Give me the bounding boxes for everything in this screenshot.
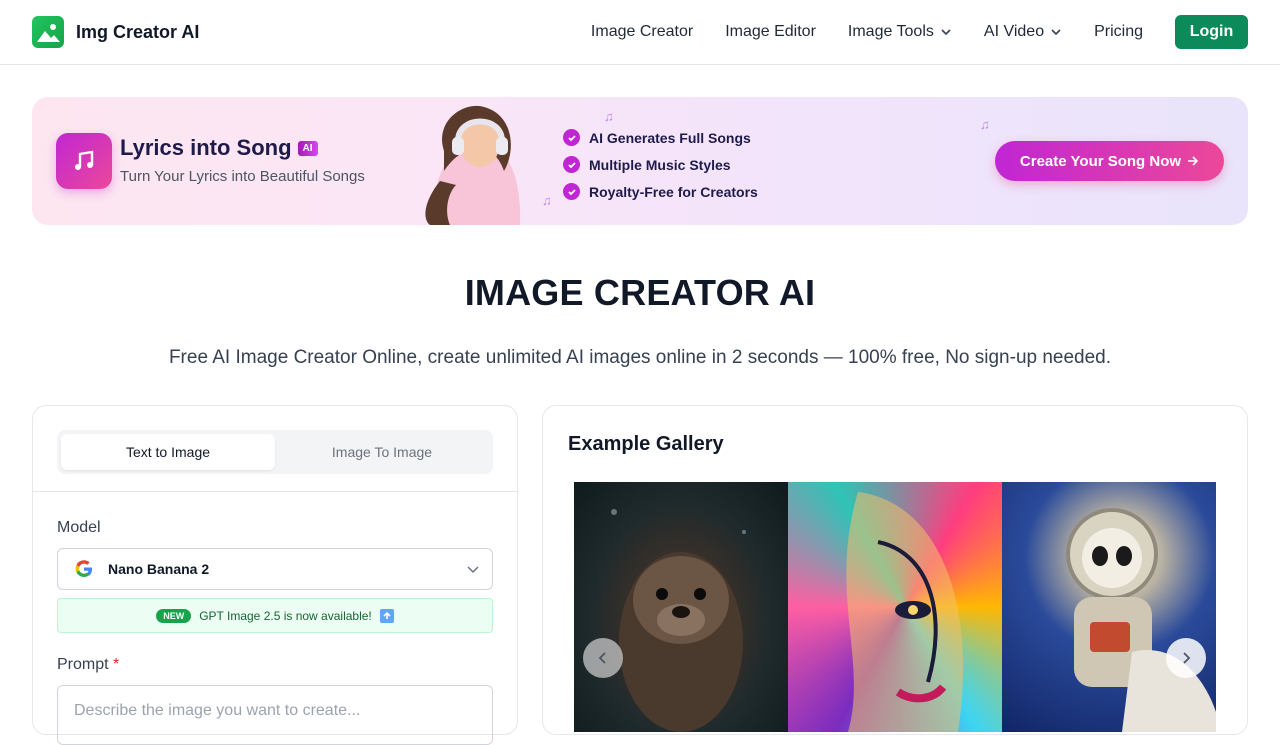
- prompt-label: Prompt *: [57, 656, 119, 674]
- chevron-down-icon: [1051, 29, 1061, 36]
- nav-label: Image Editor: [725, 23, 816, 40]
- nav-label: Image Tools: [847, 23, 934, 40]
- create-song-button[interactable]: Create Your Song Now: [995, 141, 1224, 181]
- divider: [33, 491, 517, 492]
- promo-banner[interactable]: Lyrics into Song AI Turn Your Lyrics int…: [32, 97, 1248, 225]
- new-badge: NEW: [156, 608, 192, 623]
- site-header: Img Creator AI Image Creator Image Edito…: [0, 0, 1280, 65]
- page-subtitle: Free AI Image Creator Online, create unl…: [168, 347, 1112, 368]
- chevron-down-icon: [467, 566, 479, 574]
- notice-text: GPT Image 2.5 is now available!: [199, 608, 372, 623]
- brand-name: Img Creator AI: [76, 21, 200, 42]
- chevron-down-icon: [941, 29, 951, 36]
- google-icon: [75, 560, 92, 577]
- music-note-decor-icon: ♫: [604, 109, 614, 124]
- model-value: Nano Banana 2: [108, 561, 210, 577]
- nav-image-creator[interactable]: Image Creator: [591, 23, 693, 41]
- banner-title-text: Lyrics into Song: [120, 135, 292, 160]
- model-label: Model: [57, 519, 101, 536]
- login-button[interactable]: Login: [1175, 15, 1248, 49]
- feature-text: AI Generates Full Songs: [589, 129, 751, 146]
- new-model-notice[interactable]: NEW GPT Image 2.5 is now available!: [57, 598, 493, 633]
- banner-feature-list: AI Generates Full Songs Multiple Music S…: [563, 124, 758, 205]
- mode-tabs: Text to Image Image To Image: [57, 430, 493, 474]
- required-mark: *: [113, 656, 120, 673]
- nav-image-tools[interactable]: Image Tools: [848, 23, 952, 41]
- music-note-decor-icon: ♫: [542, 193, 552, 208]
- banner-title: Lyrics into Song AI: [120, 135, 318, 161]
- feature-text: Royalty-Free for Creators: [589, 183, 758, 200]
- music-note-icon: [56, 133, 112, 189]
- prompt-label-text: Prompt: [57, 656, 109, 673]
- banner-feature: Multiple Music Styles: [563, 151, 758, 178]
- nav-label: Pricing: [1094, 23, 1143, 40]
- cta-label: Create Your Song Now: [1019, 152, 1182, 170]
- banner-subtitle: Turn Your Lyrics into Beautiful Songs: [120, 168, 365, 185]
- gallery-image-otter[interactable]: [574, 482, 788, 732]
- generator-form-panel: Text to Image Image To Image Model Nano …: [32, 405, 518, 745]
- feature-text: Multiple Music Styles: [589, 156, 731, 173]
- arrow-right-icon: [1188, 156, 1199, 166]
- chevron-right-icon: [1183, 652, 1191, 664]
- gallery-next-button[interactable]: [1166, 638, 1206, 678]
- banner-feature: Royalty-Free for Creators: [563, 178, 758, 205]
- image-logo-icon: [32, 16, 64, 48]
- prompt-input[interactable]: Describe the image you want to create...: [57, 685, 493, 745]
- gallery-carousel: [574, 482, 1216, 732]
- main-nav: Image Creator Image Editor Image Tools A…: [591, 15, 1248, 49]
- tab-text-to-image[interactable]: Text to Image: [61, 434, 275, 470]
- nav-image-editor[interactable]: Image Editor: [725, 23, 816, 41]
- banner-feature: AI Generates Full Songs: [563, 124, 758, 151]
- nav-pricing[interactable]: Pricing: [1094, 23, 1143, 41]
- page-title: IMAGE CREATOR AI: [464, 272, 816, 313]
- gallery-prev-button[interactable]: [583, 638, 623, 678]
- chevron-left-icon: [598, 652, 606, 664]
- woman-headphones-illustration: [425, 105, 521, 225]
- gallery-title: Example Gallery: [568, 433, 724, 455]
- music-note-decor-icon: ♫: [980, 117, 990, 132]
- tab-image-to-image[interactable]: Image To Image: [275, 434, 489, 470]
- check-icon: [563, 156, 580, 173]
- check-icon: [563, 129, 580, 146]
- brand-logo[interactable]: Img Creator AI: [32, 16, 199, 48]
- up-arrow-icon: [379, 608, 394, 623]
- ai-badge: AI: [297, 140, 318, 156]
- nav-label: AI Video: [983, 23, 1045, 40]
- gallery-image-psychedelic-face[interactable]: [788, 482, 1002, 732]
- example-gallery-panel: Example Gallery: [542, 405, 1248, 735]
- nav-label: Image Creator: [590, 23, 694, 40]
- nav-ai-video[interactable]: AI Video: [984, 23, 1062, 41]
- gallery-image-panda-astronaut[interactable]: [1002, 482, 1216, 732]
- check-icon: [563, 183, 580, 200]
- model-select[interactable]: Nano Banana 2: [57, 548, 493, 590]
